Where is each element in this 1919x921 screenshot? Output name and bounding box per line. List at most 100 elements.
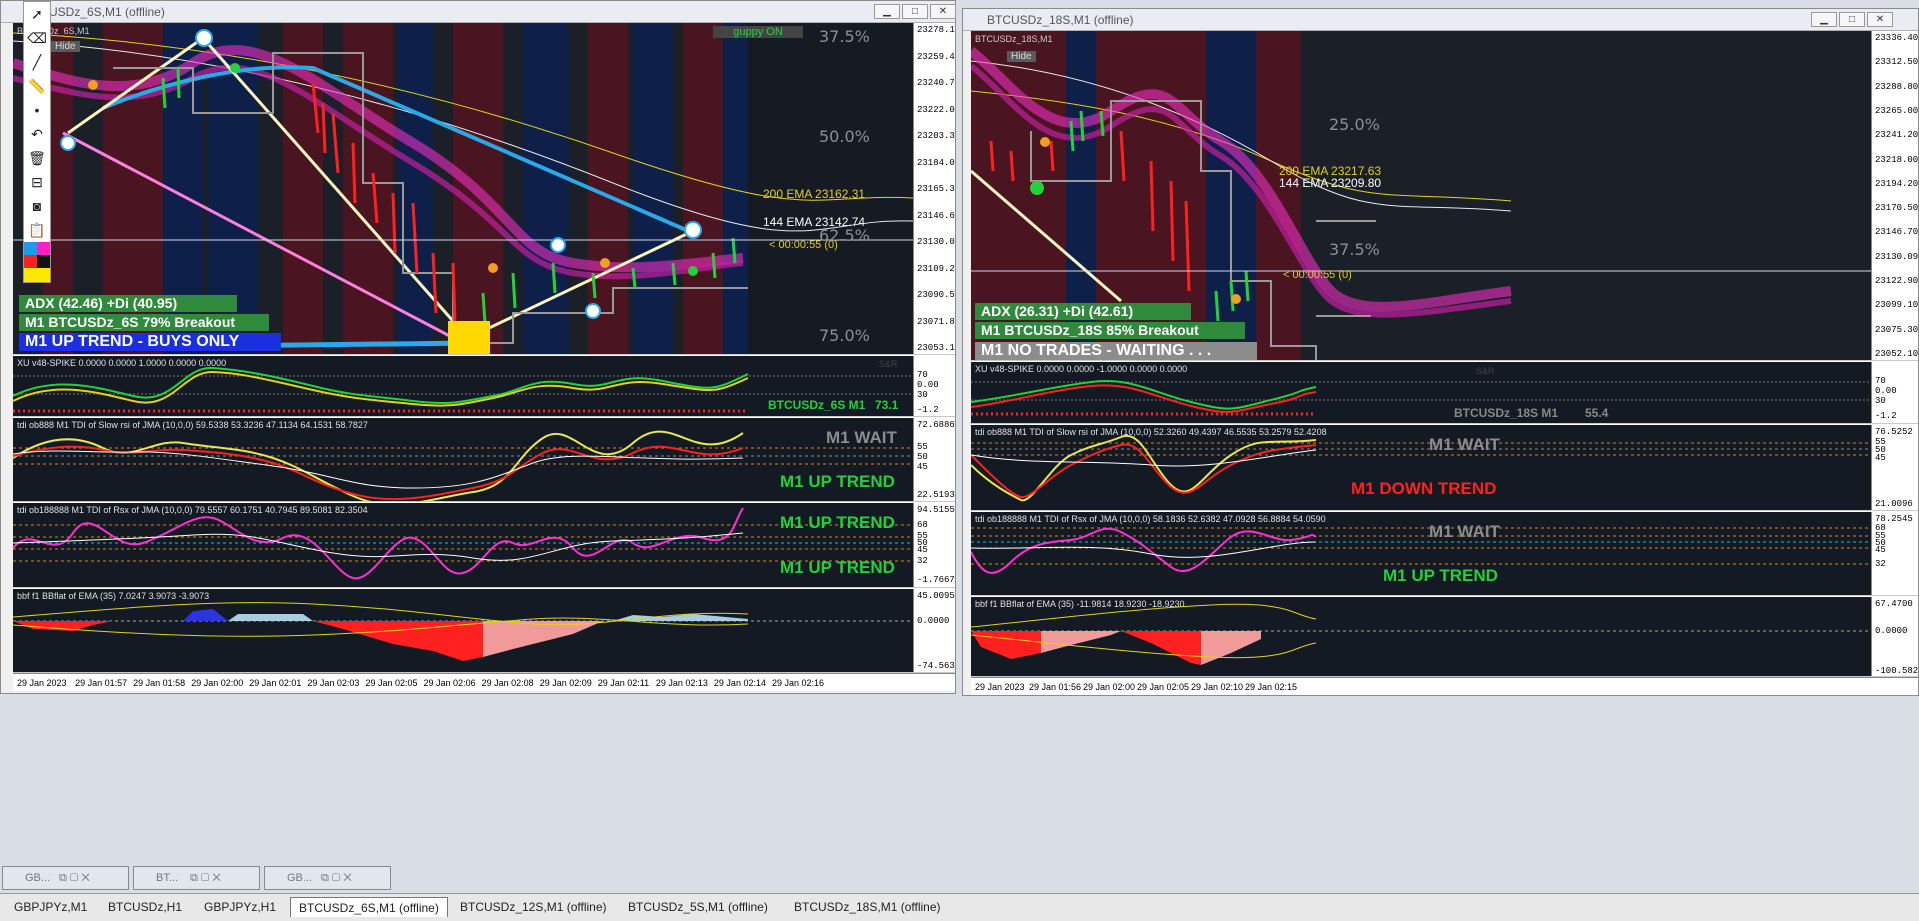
right-chart-area[interactable]: Hide BTCUSDz_18S,M1 25.0% 37.5% 200 EMA … — [971, 31, 1918, 695]
close-button[interactable]: ✕ — [930, 4, 956, 19]
tab-btcusdz-6s-m1[interactable]: BTCUSDz_6S,M1 (offline) — [290, 897, 448, 917]
price-tick-label: 23122.90 — [1875, 276, 1918, 287]
fib-level: 75.0% — [819, 326, 870, 345]
eraser-icon[interactable]: ⌫ — [24, 26, 50, 50]
bbflat-graphic — [971, 603, 1871, 665]
minimized-window[interactable]: GB... ⧉ ▢ ✕ — [2, 866, 129, 890]
time-tick-label: 29 Jan 02:05 — [1137, 682, 1190, 692]
adx-box: ADX (26.31) +Di (42.61) — [975, 303, 1191, 320]
price-tick-label: 23203.30 — [917, 131, 955, 141]
tdi-rsx-pane[interactable]: tdi ob188888 M1 TDI of Rsx of JMA (10,0,… — [971, 512, 1918, 596]
time-tick-label: 29 Jan 02:00 — [1083, 682, 1136, 692]
drawing-toolbar[interactable]: ➚ ⌫ ╱ 📏 • ↶ 🗑 ⊟ ◙ 📋 — [23, 1, 51, 283]
trash-icon[interactable]: 🗑 — [24, 146, 50, 170]
tab-btcusdz-h1[interactable]: BTCUSDz,H1 — [100, 897, 190, 917]
price-pane[interactable]: Hide guppy ON BTCUSDz_6S,M1 37.5% 50.0% … — [13, 23, 955, 355]
undo-icon[interactable]: ↶ — [24, 122, 50, 146]
minimize-button[interactable]: ▁ — [874, 4, 900, 19]
chart-tabs-bar: GBPJPYz,M1 BTCUSDz,H1 GBPJPYz,H1 BTCUSDz… — [0, 893, 1919, 921]
time-tick-label: 29 Jan 02:14 — [713, 678, 766, 688]
ruler-icon[interactable]: 📏 — [24, 74, 50, 98]
tdi-rsx-trend-bottom: M1 UP TREND — [780, 558, 895, 577]
price-tick-label: 23099.10 — [1875, 300, 1918, 311]
adx-box: ADX (42.46) +Di (40.95) — [19, 295, 237, 312]
price-tick-label: 23312.50 — [1875, 57, 1918, 68]
right-chart-window[interactable]: BTCUSDz_18S,M1 (offline) ▁ □ ✕ Hide BTCU… — [962, 8, 1919, 696]
left-chart-area[interactable]: Hide guppy ON BTCUSDz_6S,M1 37.5% 50.0% … — [13, 23, 955, 691]
tdi-slow-pane[interactable]: tdi ob888 M1 TDI of Slow rsi of JMA (10,… — [13, 418, 955, 502]
bbflat-graphic — [13, 602, 913, 661]
price-tick-label: 23222.00 — [917, 104, 955, 115]
tdi-rsx-graphic — [13, 507, 913, 580]
bbflat-pane[interactable]: bbf f1 BBflat of EMA (35) 7.0247 3.9073 … — [13, 589, 955, 673]
maximize-button[interactable]: □ — [1839, 12, 1865, 27]
guppy-button[interactable]: guppy ON — [713, 26, 803, 38]
time-axis: 29 Jan 2023 29 Jan 01:56 29 Jan 02:00 29 Ja… — [971, 677, 1918, 695]
price-tick-label: 23184.05 — [917, 157, 955, 168]
tdi-rsx-axis: 78.2545 68 55 50 45 32 — [1871, 512, 1918, 595]
tab-gbpjpyz-h1[interactable]: GBPJPYz,H1 — [196, 897, 284, 917]
hide-button[interactable]: Hide — [51, 41, 80, 52]
time-tick-label: 29 Jan 02:03 — [307, 678, 360, 688]
color-palette-icon[interactable] — [24, 242, 50, 282]
spike-symbol-label: BTCUSDz_18S M1 — [1454, 406, 1559, 420]
maximize-button[interactable]: □ — [902, 4, 928, 19]
price-tick-label: 23288.80 — [1875, 81, 1918, 92]
time-tick-label: 29 Jan 02:11 — [597, 678, 650, 688]
price-tick-label: 23240.70 — [917, 78, 955, 88]
sr-label: S&R — [1476, 366, 1495, 376]
tab-btcusdz-5s-m1[interactable]: BTCUSDz_5S,M1 (offline) — [620, 897, 776, 917]
spike-pane[interactable]: XU v48-SPIKE 0.0000 0.0000 1.0000 0.0000… — [13, 356, 955, 417]
time-tick-label: 29 Jan 02:13 — [655, 678, 708, 688]
trend-banner: M1 UP TREND - BUYS ONLY — [19, 333, 281, 351]
right-window-titlebar[interactable]: BTCUSDz_18S,M1 (offline) ▁ □ ✕ — [963, 9, 1918, 31]
bbflat-pane[interactable]: bbf f1 BBflat of EMA (35) -11.9814 18.92… — [971, 597, 1918, 677]
right-window-title: BTCUSDz_18S,M1 (offline) — [987, 12, 1134, 27]
spike-symbol-label: BTCUSDz_6S M1 — [768, 398, 866, 412]
dot-icon[interactable]: • — [24, 98, 50, 122]
minimized-window[interactable]: BT... ⧉ ▢ ✕ — [133, 866, 260, 890]
left-chart-window[interactable]: BTCUSDz_6S,M1 (offline) ▁ □ ✕ Hide guppy… — [0, 0, 956, 694]
time-tick-label: 29 Jan 01:57 — [75, 678, 128, 688]
spike-graphic — [971, 380, 1871, 416]
price-tick-label: 23278.10 — [917, 25, 955, 35]
spike-pane[interactable]: XU v48-SPIKE 0.0000 0.0000 -1.0000 0.000… — [971, 362, 1918, 424]
tdi-rsx-pane[interactable]: tdi ob188888 M1 TDI of Rsx of JMA (10,0,… — [13, 503, 955, 588]
time-tick-label: 29 Jan 02:08 — [481, 678, 534, 688]
time-axis: 29 Jan 2023 29 Jan 01:57 29 Jan 01:58 29 Ja… — [13, 673, 955, 691]
price-pane[interactable]: Hide BTCUSDz_18S,M1 25.0% 37.5% 200 EMA … — [971, 31, 1918, 361]
tdi-slow-pane[interactable]: tdi ob888 M1 TDI of Slow rsi of JMA (10,… — [971, 425, 1918, 511]
time-tick-label: 29 Jan 2023 — [975, 682, 1025, 692]
tdi-rsx-trend: M1 UP TREND — [1383, 566, 1498, 585]
fib-level: 37.5% — [819, 27, 870, 46]
left-window-titlebar[interactable]: BTCUSDz_6S,M1 (offline) ▁ □ ✕ — [1, 1, 956, 23]
chart-symbol-label: BTCUSDz_18S,M1 — [975, 34, 1053, 44]
hide-button[interactable]: Hide — [1007, 51, 1036, 62]
price-tick-label: 23170.50 — [1875, 203, 1918, 214]
minimized-window[interactable]: GB... ⧉ ▢ ✕ — [264, 866, 391, 890]
candle-countdown: < 00:00:55 (0) — [1283, 269, 1352, 281]
tdi-slow-trend: M1 DOWN TREND — [1351, 479, 1497, 498]
tab-btcusdz-18s-m1[interactable]: BTCUSDz_18S,M1 (offline) — [786, 897, 949, 917]
time-tick-label: 29 Jan 02:05 — [365, 678, 418, 688]
time-tick-label: 29 Jan 2023 — [17, 678, 67, 688]
line-icon[interactable]: ╱ — [24, 50, 50, 74]
tab-gbpjpyz-m1[interactable]: GBPJPYz,M1 — [6, 897, 95, 917]
tab-btcusdz-12s-m1[interactable]: BTCUSDz_12S,M1 (offline) — [452, 897, 615, 917]
clipboard-icon[interactable]: 📋 — [24, 218, 50, 242]
price-tick-label: 23265.00 — [1875, 105, 1918, 116]
price-tick-label: 23218.00 — [1875, 154, 1918, 165]
bus-icon[interactable]: ⊟ — [24, 170, 50, 194]
spike-value: 73.1 — [875, 398, 899, 412]
candle-countdown: < 00:00:55 (0) — [769, 239, 838, 251]
breakout-box: M1 BTCUSDz_18S 85% Breakout — [975, 322, 1245, 339]
cursor-icon[interactable]: ➚ — [24, 2, 50, 26]
camera-icon[interactable]: ◙ — [24, 194, 50, 218]
price-tick-label: 23259.40 — [917, 51, 955, 62]
minimize-button[interactable]: ▁ — [1811, 12, 1837, 27]
bbflat-axis: 67.4700 0.0000 -100.5823 — [1871, 597, 1918, 676]
close-button[interactable]: ✕ — [1867, 12, 1893, 27]
time-tick-label: 29 Jan 02:09 — [539, 678, 592, 688]
time-tick-label: 29 Jan 01:56 — [1029, 682, 1082, 692]
fib-level: 25.0% — [1329, 115, 1380, 134]
